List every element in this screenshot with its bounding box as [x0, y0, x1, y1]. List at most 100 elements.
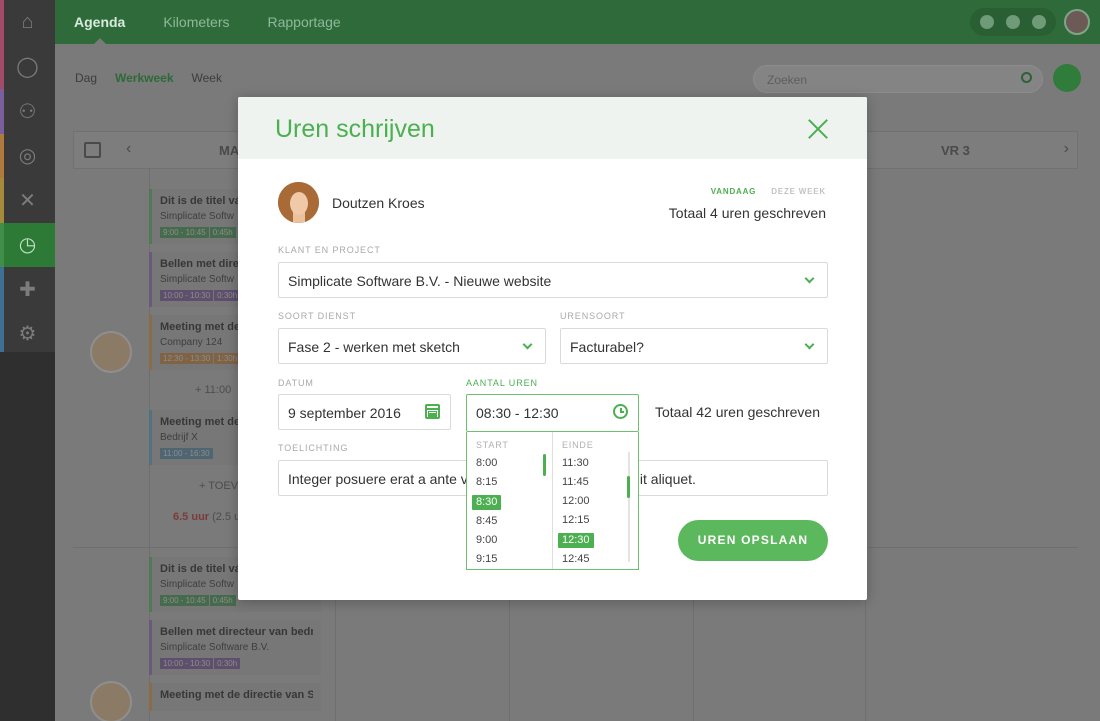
- chevron-right-icon[interactable]: ›: [1064, 140, 1069, 158]
- tab-rapportage[interactable]: Rapportage: [267, 0, 340, 44]
- sidebar-item-hours[interactable]: ◷: [0, 222, 55, 267]
- sidebar-item-settings[interactable]: ⚙: [0, 311, 55, 356]
- service-select[interactable]: Fase 2 - werken met sketch: [278, 328, 546, 364]
- sidebar-item-contacts[interactable]: ⚇: [0, 89, 55, 134]
- time-picker-dropdown: START 8:00 8:15 8:30 8:45 9:00 9:15 EIND…: [466, 432, 639, 570]
- avatar[interactable]: [1064, 9, 1090, 35]
- day-friday: VR 3: [941, 143, 970, 158]
- day-monday: MA: [219, 143, 240, 158]
- sidebar-item-apps[interactable]: ✚: [0, 267, 55, 312]
- hours-value: 08:30 - 12:30: [476, 405, 559, 421]
- avatar: [90, 331, 132, 373]
- hours-label: AANTAL UREN: [466, 378, 538, 388]
- sidebar-item-home[interactable]: ⌂: [0, 0, 55, 45]
- user-icon: ◯: [16, 56, 39, 79]
- hours-type-value: Facturabel?: [570, 339, 644, 355]
- start-option-selected[interactable]: 8:30: [472, 495, 502, 510]
- sidebar-item-profile[interactable]: ◯: [0, 44, 55, 89]
- start-scrollbar[interactable]: [543, 454, 546, 476]
- hours-total: Totaal 42 uren geschreven: [655, 404, 820, 420]
- settings-icon[interactable]: [1032, 15, 1046, 29]
- totals-text: Totaal 4 uren geschreven: [668, 205, 826, 221]
- clock-icon: ◷: [18, 234, 37, 257]
- start-column: START 8:00 8:15 8:30 8:45 9:00 9:15: [467, 432, 553, 569]
- tab-agenda[interactable]: Agenda: [74, 0, 125, 44]
- end-option[interactable]: 12:45: [558, 550, 594, 569]
- list-item[interactable]: Bellen met directeur van bedri Simplicate…: [149, 620, 321, 675]
- home-icon: ⌂: [21, 10, 34, 33]
- top-nav: Agenda Kilometers Rapportage: [55, 0, 1100, 44]
- note-value-start: Integer posuere erat a ante ve: [288, 471, 476, 487]
- view-week[interactable]: Week: [192, 71, 222, 85]
- search-icon[interactable]: [1021, 72, 1032, 83]
- chevron-down-icon: [804, 339, 815, 350]
- clock-icon[interactable]: [613, 404, 628, 419]
- chevron-down-icon: [804, 273, 815, 284]
- note-label: TOELICHTING: [278, 443, 349, 453]
- sidebar: ⌂ ◯ ⚇ ◎ ✕ ◷ ✚ ⚙: [0, 0, 55, 721]
- search-input[interactable]: Zoeken: [753, 65, 1043, 93]
- calendar-icon[interactable]: [425, 404, 440, 419]
- add-slot[interactable]: + 11:00: [195, 384, 231, 396]
- end-scrollbar[interactable]: [627, 476, 630, 498]
- user-name: Doutzen Kroes: [332, 195, 425, 211]
- avatar: [90, 681, 132, 721]
- search-placeholder: Zoeken: [767, 73, 808, 87]
- view-werkweek[interactable]: Werkweek: [115, 71, 173, 85]
- tab-kilometers[interactable]: Kilometers: [163, 0, 229, 44]
- page-title: Uren schrijven: [275, 115, 435, 143]
- end-option[interactable]: 11:45: [558, 473, 594, 492]
- list-item[interactable]: Meeting met de directie van Si: [149, 683, 321, 711]
- totals-tabs: VANDAAG DEZE WEEK: [699, 187, 826, 196]
- start-label: START: [476, 440, 509, 450]
- start-option[interactable]: 9:00: [472, 531, 501, 550]
- sidebar-item-projects[interactable]: ✕: [0, 178, 55, 223]
- calendar-icon[interactable]: [84, 142, 101, 158]
- note-value-end: elit aliquet.: [629, 471, 696, 487]
- end-option-selected[interactable]: 12:30: [558, 533, 594, 548]
- tab-deze-week[interactable]: DEZE WEEK: [771, 187, 826, 196]
- target-icon: ◎: [18, 145, 37, 168]
- end-column: EINDE 11:30 11:45 12:00 12:15 12:30 12:4…: [553, 432, 639, 569]
- chevron-down-icon: [522, 339, 533, 350]
- chevron-left-icon[interactable]: ‹: [126, 140, 131, 158]
- puzzle-icon: ✚: [19, 278, 36, 301]
- user-button[interactable]: [1053, 64, 1081, 92]
- sidebar-item-sales[interactable]: ◎: [0, 133, 55, 178]
- end-scroll-track: [628, 452, 630, 562]
- help-icon[interactable]: [1006, 15, 1020, 29]
- start-option[interactable]: 8:45: [472, 512, 501, 531]
- hours-type-select[interactable]: Facturabel?: [560, 328, 828, 364]
- close-icon[interactable]: [808, 119, 828, 139]
- hours-type-label: URENSOORT: [560, 311, 626, 321]
- client-project-value: Simplicate Software B.V. - Nieuwe websit…: [288, 273, 552, 289]
- client-project-label: KLANT EN PROJECT: [278, 245, 381, 255]
- end-option[interactable]: 12:00: [558, 492, 594, 511]
- tools-icon: ✕: [19, 189, 36, 212]
- save-hours-button[interactable]: UREN OPSLAAN: [678, 520, 828, 561]
- uren-schrijven-dialog: Uren schrijven Doutzen Kroes VANDAAG DEZ…: [238, 97, 867, 600]
- end-option[interactable]: 12:15: [558, 511, 594, 530]
- end-label: EINDE: [562, 440, 594, 450]
- sidebar-empty: [0, 352, 55, 721]
- day-summary: 6.5 uur (2.5 uu: [173, 511, 247, 523]
- tab-vandaag[interactable]: VANDAAG: [711, 187, 756, 196]
- bell-icon[interactable]: [980, 15, 994, 29]
- add-slot[interactable]: + TOEV: [199, 480, 238, 492]
- start-option[interactable]: 9:15: [472, 550, 501, 569]
- dialog-header: Uren schrijven: [238, 97, 867, 159]
- hours-field[interactable]: 08:30 - 12:30: [466, 394, 639, 432]
- date-value: 9 september 2016: [288, 405, 401, 421]
- gear-icon: ⚙: [18, 323, 37, 346]
- users-icon: ⚇: [18, 100, 37, 123]
- start-option[interactable]: 8:15: [472, 473, 501, 492]
- notification-pill: [970, 8, 1056, 36]
- end-option[interactable]: 11:30: [558, 454, 594, 473]
- service-value: Fase 2 - werken met sketch: [288, 339, 460, 355]
- avatar: [278, 182, 319, 223]
- client-project-select[interactable]: Simplicate Software B.V. - Nieuwe websit…: [278, 262, 828, 298]
- date-label: DATUM: [278, 378, 314, 388]
- date-field[interactable]: 9 september 2016: [278, 394, 451, 430]
- start-option[interactable]: 8:00: [472, 454, 501, 473]
- view-dag[interactable]: Dag: [75, 71, 97, 85]
